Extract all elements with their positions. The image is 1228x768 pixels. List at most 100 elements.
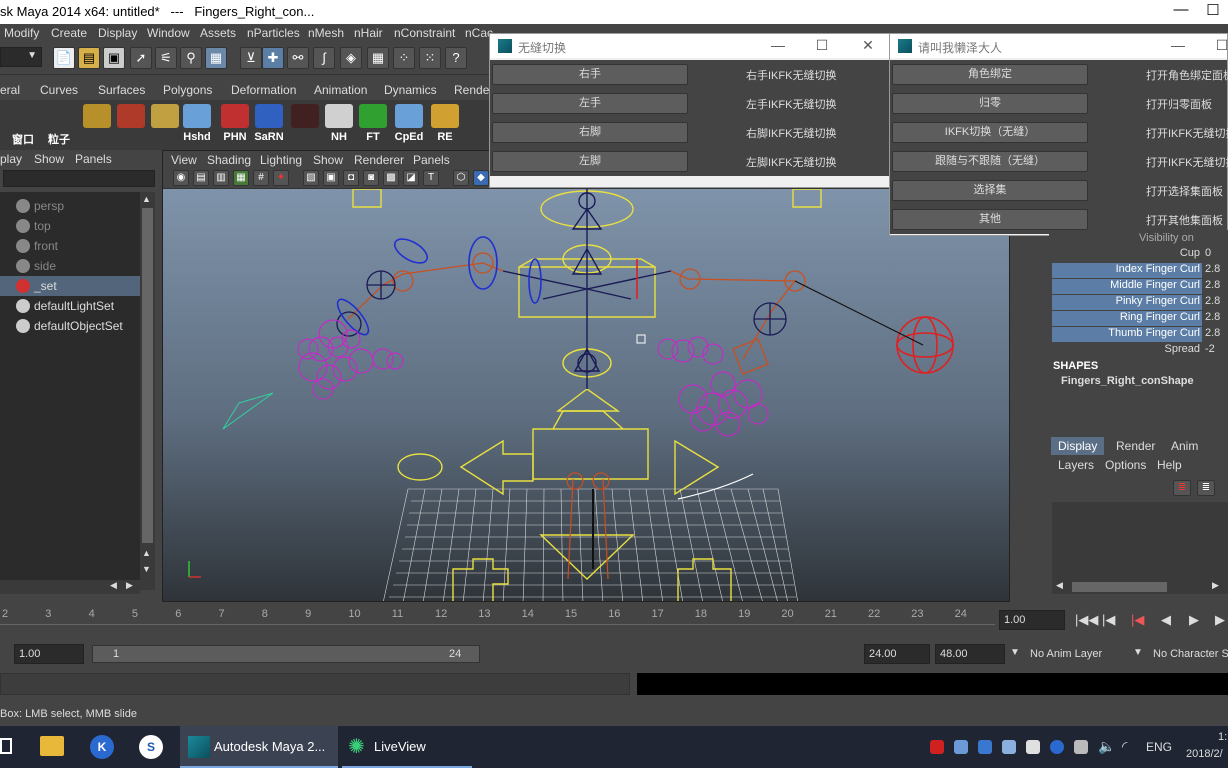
end-time-field[interactable]: 24.00 [864,644,930,664]
viewport-scene[interactable] [163,188,1009,601]
dialog-button[interactable]: 角色绑定 [892,64,1088,85]
scroll-up-icon[interactable]: ▲ [142,548,151,558]
menu-nparticles[interactable]: nParticles [247,26,300,40]
outliner-item[interactable]: top [0,216,140,236]
scroll-thumb[interactable] [142,208,153,543]
clock-time[interactable]: 1: [1218,731,1227,743]
channel-name[interactable]: Spread [1052,343,1202,358]
tray-app-icon[interactable] [930,740,944,754]
textured-icon[interactable]: ▩ [383,170,399,186]
menu-assets[interactable]: Assets [200,26,236,40]
layers-menu[interactable]: Layers [1058,458,1094,472]
character-dropdown[interactable]: No Character Se [1153,648,1228,660]
select-object-icon[interactable]: ▦ [205,47,227,69]
viewport-menu-renderer[interactable]: Renderer [354,153,404,167]
shelf-button[interactable]: CpEd [392,104,426,148]
wifi-icon[interactable]: ◜ [1122,738,1127,755]
shelf-tab-dynamics[interactable]: Dynamics [384,83,437,97]
shelf-button[interactable]: Hshd [180,104,214,148]
snap-grid-icon[interactable]: ▦ [367,47,389,69]
dialog-button[interactable]: 左手 [492,93,688,114]
scroll-thumb[interactable] [1072,582,1167,592]
outliner-menu-panels[interactable]: Panels [75,152,112,166]
chevron-down-icon[interactable]: ▼ [1133,647,1143,658]
viewport-menu-panels[interactable]: Panels [413,153,450,167]
chevron-down-icon[interactable]: ▼ [1010,647,1020,658]
menu-window[interactable]: Window [147,26,190,40]
kugou-icon[interactable] [1050,740,1064,754]
isolate-icon[interactable]: ⬡ [453,170,469,186]
shelf-tab-general[interactable]: eral [0,83,20,97]
menu-nhair[interactable]: nHair [354,26,383,40]
tray-app-icon[interactable] [1002,740,1016,754]
scroll-left-icon[interactable]: ◀ [1056,580,1063,591]
grid-toggle-icon[interactable]: # [253,170,269,186]
wire-on-shaded-icon[interactable]: ◘ [343,170,359,186]
surface-icon[interactable]: ◈ [340,47,362,69]
tray-app-icon[interactable] [954,740,968,754]
lasso-tool-icon[interactable]: ⚟ [155,47,177,69]
shelf-tab-surfaces[interactable]: Surfaces [98,83,145,97]
bookmark-icon[interactable]: ▥ [213,170,229,186]
shape-name[interactable]: Fingers_Right_conShape [1061,375,1194,387]
start-time-field[interactable]: 1.00 [14,644,84,664]
dialog-button[interactable]: 其他 [892,209,1088,230]
new-layer-icon[interactable]: ≣ [1173,480,1191,496]
anim-end-field[interactable]: 48.00 [935,644,1005,664]
scroll-right-icon[interactable]: ▶ [126,580,133,591]
channel-name[interactable]: Thumb Finger Curl [1052,327,1202,342]
scroll-left-icon[interactable]: ◀ [110,580,117,591]
minimize-icon[interactable]: — [764,37,792,53]
close-icon[interactable]: ✕ [854,37,882,54]
channel-value[interactable]: 2.8 [1205,311,1220,323]
maximize-icon[interactable]: ☐ [1208,37,1228,54]
outliner-menu-show[interactable]: Show [34,152,64,166]
channel-name[interactable]: Pinky Finger Curl [1052,295,1202,310]
camera-attr-icon[interactable]: ▤ [193,170,209,186]
options-menu[interactable]: Options [1105,458,1146,472]
clock-date[interactable]: 2018/2/ [1186,748,1223,760]
go-to-start-icon[interactable]: |◀◀ [1075,612,1098,628]
dialog-button[interactable]: IKFK切换（无缝） [892,122,1088,143]
shield-icon[interactable] [978,740,992,754]
film-gate-icon[interactable]: ✦ [273,170,289,186]
shelf-tab-polygons[interactable]: Polygons [163,83,212,97]
camera-select-icon[interactable]: ◉ [173,170,189,186]
dialog-button[interactable]: 右手 [492,64,688,85]
channel-value[interactable]: 0 [1205,247,1211,259]
command-input[interactable] [0,673,630,695]
channel-value[interactable]: -2 [1205,343,1215,355]
select-hierarchy-icon[interactable]: ⚲ [180,47,202,69]
menu-nmesh[interactable]: nMesh [308,26,344,40]
channel-name[interactable]: Middle Finger Curl [1052,279,1202,294]
shelf-tab-deformation[interactable]: Deformation [231,83,296,97]
kugou-icon[interactable]: K [90,735,114,759]
tab-anim[interactable]: Anim [1164,437,1205,455]
move-icon[interactable]: ✚ [262,47,284,69]
outliner-item[interactable]: front [0,236,140,256]
scroll-right-icon[interactable]: ▶ [1212,580,1219,591]
image-plane-icon[interactable]: ▦ [233,170,249,186]
menu-display[interactable]: Display [98,26,137,40]
channel-value[interactable]: 2.8 [1205,263,1220,275]
select-tool-icon[interactable]: ➚ [130,47,152,69]
task-view-icon[interactable] [0,738,12,754]
taskbar-maya[interactable]: Autodesk Maya 2... [180,726,338,768]
viewport-menu-shading[interactable]: Shading [207,153,251,167]
outliner-menu-display[interactable]: play [0,152,22,166]
shelf-button[interactable]: PHN [218,104,252,148]
shelf-tab-render[interactable]: Render [454,83,493,97]
outliner-item[interactable]: side [0,256,140,276]
outliner-item[interactable]: defaultLightSet [0,296,140,316]
shelf-button[interactable]: RE [428,104,462,148]
menu-create[interactable]: Create [51,26,87,40]
channel-name[interactable]: Ring Finger Curl [1052,311,1202,326]
shelf-button[interactable] [114,104,148,148]
cube-icon[interactable]: ◆ [473,170,489,186]
scroll-up-icon[interactable]: ▲ [142,194,151,204]
scroll-down-icon[interactable]: ▼ [142,564,151,574]
minimize-icon[interactable]: — [1164,37,1192,53]
step-forward-icon[interactable]: ▶ [1215,612,1225,628]
play-forward-icon[interactable]: ▶ [1189,612,1199,628]
xray-icon[interactable]: ◙ [363,170,379,186]
